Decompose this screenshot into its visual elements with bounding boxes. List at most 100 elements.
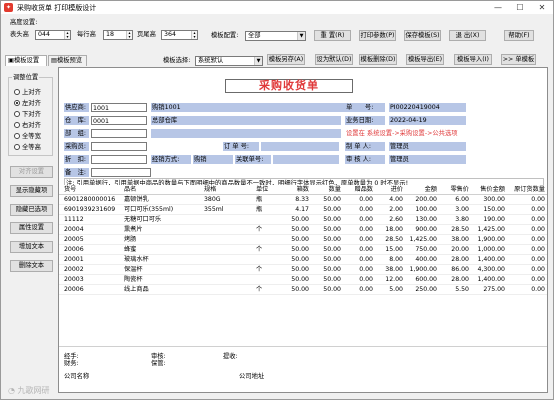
column-header[interactable]: 品名 xyxy=(124,185,192,195)
auditor-value[interactable]: 管理员 xyxy=(389,155,466,164)
settle-label[interactable]: 经销方式: xyxy=(151,155,191,164)
single-template-button[interactable]: >> 单模板 xyxy=(501,54,536,65)
column-header[interactable]: 箱数 xyxy=(283,185,309,195)
table-cell: 86.00 xyxy=(451,266,469,273)
dropdown-icon[interactable]: ▼ xyxy=(297,32,305,40)
column-header[interactable]: 零售价 xyxy=(439,185,469,195)
set-default-button[interactable]: 设为默认(D) xyxy=(315,54,353,65)
bizdate-value[interactable]: 2022-04-19 xyxy=(389,116,466,125)
equal-width-radio[interactable]: 全等宽 xyxy=(14,131,41,140)
minimize-icon[interactable]: — xyxy=(487,1,509,14)
delete-template-button[interactable]: 模板删除(D) xyxy=(359,54,397,65)
align-top-radio[interactable]: 上对齐 xyxy=(14,87,41,96)
table-row[interactable]: 20002 保温杯 个 50.00 50.00 0.00 38.00 1,900.00 86.0… xyxy=(59,265,547,275)
delete-text-button[interactable]: 删除文本 xyxy=(10,260,53,272)
exit-button[interactable]: 退 出(X) xyxy=(449,30,486,41)
align-left-radio[interactable]: 左对齐 xyxy=(14,98,41,107)
keeper-label[interactable]: 保管: xyxy=(151,359,166,368)
spinner-icon[interactable]: ▴ ▾ xyxy=(126,31,132,39)
table-row[interactable]: 6901280000016 嘉顿饼乳 380G 瓶 8.33 50.00 0.00 4.00 2… xyxy=(59,195,547,205)
header-height-input[interactable]: 044 ▴ ▾ xyxy=(35,30,71,40)
discount-value[interactable] xyxy=(91,155,147,164)
table-row[interactable]: 20003 陶瓷杯 50.00 50.00 0.00 12.00 600.00 28.00 1,… xyxy=(59,275,547,285)
table-row[interactable]: 20004 熏煮片 个 50.00 50.00 0.00 18.00 900.00 28.50 1… xyxy=(59,225,547,235)
finance-label[interactable]: 财务: xyxy=(64,359,79,368)
import-template-button[interactable]: 模板导入(I) xyxy=(454,54,492,65)
auditor-label[interactable]: 审 核 人: xyxy=(345,155,385,164)
table-row[interactable]: 20005 烤肠 50.00 50.00 0.00 28.50 1,425.00 38.00 1… xyxy=(59,235,547,245)
column-header[interactable]: 数量 xyxy=(311,185,341,195)
dept-name[interactable] xyxy=(151,129,341,138)
bizdate-label[interactable]: 业务日期: xyxy=(345,116,385,125)
table-row[interactable]: 20006 线上商品 个 50.00 50.00 0.00 5.00 250.00 5.50 27… xyxy=(59,285,547,295)
spinner-icon[interactable]: ▴ ▾ xyxy=(64,31,70,39)
receiver-label[interactable]: 提收: xyxy=(223,352,238,361)
maker-value[interactable]: 管理员 xyxy=(389,142,466,151)
footer-height-input[interactable]: 364 ▴ ▾ xyxy=(161,30,198,40)
column-header[interactable]: 进价 xyxy=(375,185,403,195)
print-params-button[interactable]: 打印参数(P) xyxy=(359,30,396,41)
equal-height-radio[interactable]: 全等高 xyxy=(14,142,41,151)
tab-template-settings[interactable]: ▣模板设置 xyxy=(5,55,47,66)
docno-label[interactable]: 单 号: xyxy=(345,103,385,112)
add-text-button[interactable]: 增加文本 xyxy=(10,241,53,253)
template-select[interactable]: 系统默认 ▼ xyxy=(195,56,263,66)
spinner-icon[interactable]: ▴ ▾ xyxy=(191,31,197,39)
align-bottom-radio[interactable]: 下对齐 xyxy=(14,109,41,118)
reset-button[interactable]: 重 置(R) xyxy=(314,30,351,41)
maximize-icon[interactable]: ☐ xyxy=(509,1,531,14)
order-label[interactable]: 订 单 号: xyxy=(223,142,259,151)
column-header[interactable]: 单位 xyxy=(256,185,276,195)
company-name-label[interactable]: 公司名称 xyxy=(64,372,89,381)
table-row[interactable]: 20006 蜂蜜 个 50.00 50.00 0.00 15.00 750.00 20.00 1,… xyxy=(59,245,547,255)
discount-label[interactable]: 折 扣: xyxy=(64,155,89,164)
table-row[interactable]: 20001 玻璃水杯 50.00 50.00 0.00 8.00 400.00 28.00 1,… xyxy=(59,255,547,265)
close-icon[interactable]: ✕ xyxy=(531,1,553,14)
table-row[interactable]: 11112 无糖可口可乐 50.00 50.00 0.00 2.60 130.00 3.80 1… xyxy=(59,215,547,225)
related-label[interactable]: 关联单号: xyxy=(235,155,271,164)
column-header[interactable]: 售价金额 xyxy=(471,185,505,195)
column-header[interactable]: 赠品数 xyxy=(343,185,373,195)
properties-button[interactable]: 属性设置 xyxy=(10,222,53,234)
buyer-label[interactable]: 采购员: xyxy=(64,142,89,151)
align-setting-button[interactable]: 对齐设置 xyxy=(10,166,53,178)
table-row[interactable]: 6901939231609 可口可乐(355ml) 355ml 瓶 4.17 50.00 0… xyxy=(59,205,547,215)
dept-label[interactable]: 部 组: xyxy=(64,129,89,138)
show-hidden-button[interactable]: 显示隐藏项 xyxy=(10,185,53,197)
remark-label[interactable]: 备 注: xyxy=(64,168,89,177)
align-right-radio[interactable]: 右对齐 xyxy=(14,120,41,129)
export-template-button[interactable]: 模板导出(E) xyxy=(406,54,444,65)
table-cell: 900.00 xyxy=(415,226,437,233)
warehouse-name[interactable]: 总部仓库 xyxy=(151,116,341,125)
maker-label[interactable]: 制 单 人: xyxy=(345,142,385,151)
save-template-button[interactable]: 保存模板(S) xyxy=(404,30,441,41)
tab-template-preview[interactable]: ▤模板预览 xyxy=(48,55,87,66)
hide-selected-button[interactable]: 隐藏已选项 xyxy=(10,204,53,216)
company-address-label[interactable]: 公司地址 xyxy=(239,372,264,381)
column-header[interactable]: 货号 xyxy=(64,185,122,195)
template-designer-canvas[interactable]: 采购收货单 供应商: 1001 购销1001 单 号: PI0022041900… xyxy=(58,67,548,393)
order-value[interactable] xyxy=(261,142,339,151)
row-height-input[interactable]: 18 ▴ ▾ xyxy=(103,30,133,40)
dropdown-icon[interactable]: ▼ xyxy=(254,57,262,65)
settle-value[interactable]: 购销 xyxy=(193,155,233,164)
settings-hint[interactable]: 设置在 系统设置->采购设置->公共选项 xyxy=(345,129,545,138)
save-as-button[interactable]: 模板另存(A) xyxy=(267,54,305,65)
help-button[interactable]: 帮助(F) xyxy=(504,30,534,41)
table-cell: 3.00 xyxy=(455,206,469,213)
template-setting-select[interactable]: 全部 ▼ xyxy=(245,31,306,41)
dept-value[interactable] xyxy=(91,129,147,138)
supplier-code[interactable]: 1001 xyxy=(91,103,147,112)
column-header[interactable]: 规格 xyxy=(204,185,244,195)
warehouse-label[interactable]: 仓 库: xyxy=(64,116,89,125)
warehouse-code[interactable]: 0001 xyxy=(91,116,147,125)
bill-title[interactable]: 采购收货单 xyxy=(225,79,353,93)
related-value[interactable] xyxy=(273,155,339,164)
column-header[interactable]: 原订货数量 xyxy=(507,185,545,195)
remark-value[interactable] xyxy=(91,168,151,177)
supplier-label[interactable]: 供应商: xyxy=(64,103,89,112)
buyer-value[interactable] xyxy=(91,142,147,151)
detail-table[interactable]: 货号 品名 规格 单位 箱数 数量 赠品数 进价 金额 零售价 售价金额 原订货… xyxy=(59,185,547,295)
column-header[interactable]: 金额 xyxy=(405,185,437,195)
docno-value[interactable]: PI00220419004 xyxy=(389,103,466,112)
